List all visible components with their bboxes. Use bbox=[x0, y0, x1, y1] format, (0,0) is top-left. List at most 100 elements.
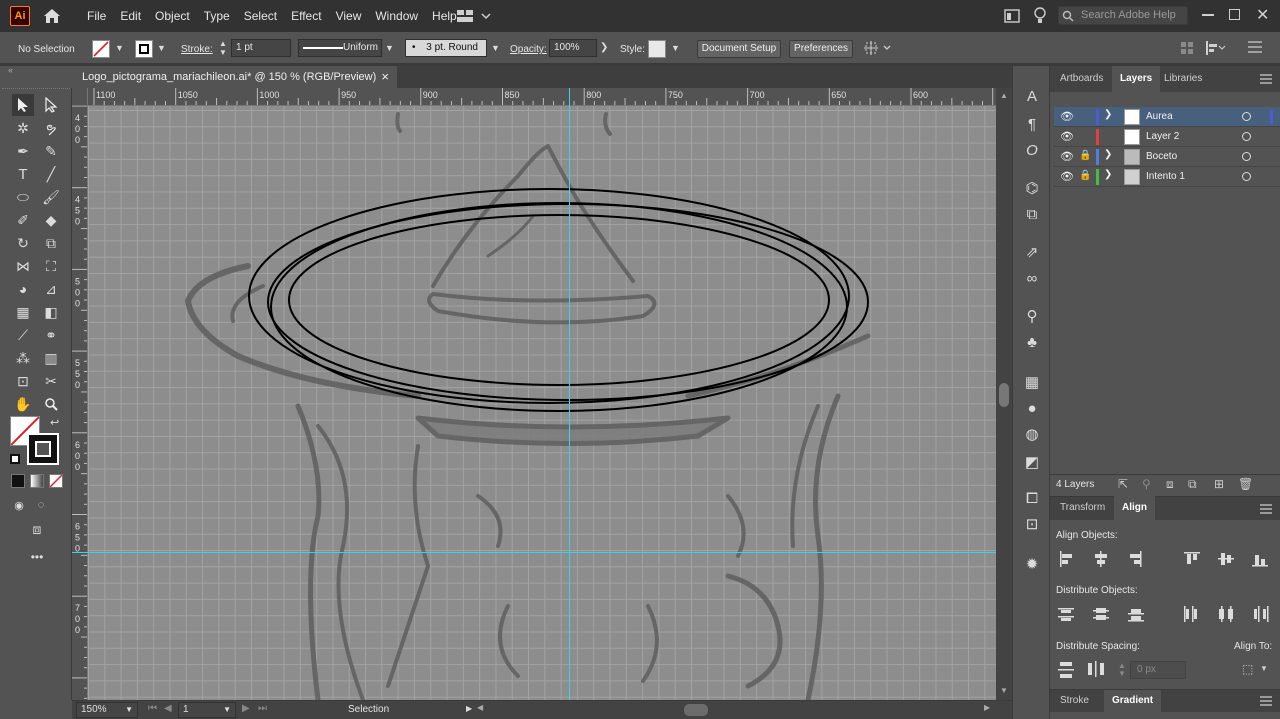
stroke-dropdown-icon[interactable]: ▼ bbox=[157, 43, 166, 53]
maximize-icon[interactable] bbox=[1229, 9, 1240, 20]
lightbulb-icon[interactable] bbox=[1033, 7, 1047, 28]
arrange-documents-icon[interactable] bbox=[1004, 9, 1020, 26]
distribute-horizontal-center-icon[interactable] bbox=[1219, 606, 1233, 622]
first-artboard-icon[interactable]: ⏮ bbox=[148, 703, 157, 714]
library-icon[interactable]: ⧉ bbox=[1022, 204, 1042, 224]
layers-panel-menu-icon[interactable] bbox=[1260, 74, 1272, 87]
hand-tool-icon[interactable]: ✋ bbox=[12, 393, 34, 415]
blend-tool-icon[interactable]: ⚭ bbox=[40, 324, 62, 346]
collapse-tools-icon[interactable]: « bbox=[8, 65, 13, 75]
brush-definition[interactable]: • 3 pt. Round bbox=[405, 39, 487, 57]
collect-export-icon[interactable]: ⇱ bbox=[1118, 477, 1128, 491]
close-document-icon[interactable]: × bbox=[381, 66, 389, 88]
shape-builder-tool-icon[interactable]: ◕ bbox=[12, 278, 34, 300]
tab-gradient[interactable]: Gradient bbox=[1104, 690, 1162, 712]
pen-tool-icon[interactable]: ✒ bbox=[12, 140, 34, 162]
lasso-tool-icon[interactable]: ຯ bbox=[40, 117, 62, 139]
width-tool-icon[interactable]: ⋈ bbox=[12, 255, 34, 277]
screen-mode-icon[interactable]: ⧈ bbox=[26, 518, 48, 540]
expand-layer-icon[interactable]: ❯ bbox=[1104, 109, 1112, 120]
search-input[interactable]: Search Adobe Help bbox=[1058, 6, 1188, 25]
horizontal-scroll-thumb[interactable] bbox=[684, 704, 708, 716]
menu-window[interactable]: Window bbox=[368, 0, 425, 32]
scroll-left-icon[interactable]: ◀ bbox=[477, 703, 483, 712]
transform-options-icon[interactable] bbox=[864, 40, 892, 59]
layer-target-icon[interactable] bbox=[1242, 112, 1251, 121]
menu-object[interactable]: Object bbox=[148, 0, 197, 32]
align-horizontal-center-icon[interactable] bbox=[1095, 551, 1107, 567]
default-colors-icon[interactable] bbox=[10, 454, 20, 464]
stroke-stepper-icon[interactable]: ▲ ▼ bbox=[219, 39, 227, 57]
menu-type[interactable]: Type bbox=[197, 0, 237, 32]
stroke-label[interactable]: Stroke: bbox=[181, 44, 213, 55]
vertical-distribute-space-icon[interactable] bbox=[1058, 662, 1074, 678]
layer-name[interactable]: Boceto bbox=[1146, 151, 1177, 162]
sun-panel-icon[interactable]: ✹ bbox=[1022, 554, 1042, 574]
isolation-icon[interactable] bbox=[1180, 41, 1194, 58]
tab-artboards[interactable]: Artboards bbox=[1052, 66, 1111, 92]
expand-layer-icon[interactable]: ❯ bbox=[1104, 169, 1112, 180]
layer-visibility-icon[interactable]: 👁 bbox=[1060, 130, 1074, 143]
opentype-panel-icon[interactable]: O bbox=[1022, 140, 1042, 160]
line-tool-icon[interactable]: ╱ bbox=[40, 163, 62, 185]
color-guide-icon[interactable]: ◩ bbox=[1022, 452, 1042, 472]
opacity-label[interactable]: Opacity: bbox=[510, 44, 547, 55]
home-icon[interactable] bbox=[42, 6, 62, 26]
none-mode-icon[interactable] bbox=[49, 474, 63, 488]
artboard-dropdown-icon[interactable]: ▼ bbox=[223, 703, 231, 717]
gradient-tool-icon[interactable]: ◧ bbox=[40, 301, 62, 323]
free-transform-tool-icon[interactable]: ⛶ bbox=[40, 255, 62, 277]
align-to-selection-icon[interactable]: ⬚ bbox=[1242, 662, 1253, 676]
workspace-switcher-icon[interactable] bbox=[457, 9, 491, 26]
rotate-tool-icon[interactable]: ↻ bbox=[12, 232, 34, 254]
align-vertical-center-icon[interactable] bbox=[1218, 553, 1234, 565]
align-left-icon[interactable] bbox=[1060, 551, 1072, 567]
export-icon[interactable]: ⇗ bbox=[1022, 242, 1042, 262]
layer-lock-icon[interactable]: 🔒 bbox=[1079, 150, 1091, 161]
next-artboard-icon[interactable]: ▶ bbox=[242, 703, 250, 714]
layer-row-intento-1[interactable]: 👁 🔒 ❯ Intento 1 bbox=[1054, 167, 1280, 187]
symbol-sprayer-tool-icon[interactable]: ⁂ bbox=[12, 347, 34, 369]
direct-selection-tool-icon[interactable] bbox=[40, 94, 62, 116]
align-right-icon[interactable] bbox=[1130, 551, 1142, 567]
layer-visibility-icon[interactable]: 👁 bbox=[1060, 110, 1074, 123]
slice-tool-icon[interactable]: ✂ bbox=[40, 370, 62, 392]
variable-width-profile[interactable]: Uniform bbox=[298, 39, 382, 57]
control-panel-menu-icon[interactable] bbox=[1248, 41, 1262, 56]
document-setup-button[interactable]: Document Setup bbox=[697, 40, 781, 58]
tab-transform[interactable]: Transform bbox=[1052, 496, 1113, 520]
eyedropper-tool-icon[interactable]: ⟋ bbox=[12, 324, 34, 346]
profile-dropdown-icon[interactable]: ▼ bbox=[385, 43, 394, 53]
locate-object-icon[interactable]: ⚲ bbox=[1142, 477, 1151, 491]
artboard-tool-icon[interactable]: ⊡ bbox=[12, 370, 34, 392]
layer-row-aurea[interactable]: 👁 ❯ Aurea bbox=[1054, 107, 1280, 127]
tab-stroke[interactable]: Stroke bbox=[1052, 690, 1097, 712]
distribute-vertical-center-icon[interactable] bbox=[1093, 608, 1109, 620]
swap-colors-icon[interactable]: ↩ bbox=[50, 416, 59, 429]
fill-dropdown-icon[interactable]: ▼ bbox=[115, 43, 124, 53]
mesh-tool-icon[interactable]: ▦ bbox=[12, 301, 34, 323]
perspective-grid-tool-icon[interactable]: ⊿ bbox=[40, 278, 62, 300]
paintbrush-tool-icon[interactable]: 🖌 bbox=[40, 186, 62, 208]
stroke-swatch[interactable] bbox=[135, 40, 153, 58]
horizontal-distribute-space-icon[interactable] bbox=[1088, 661, 1104, 677]
appearance-panel-icon[interactable]: ● bbox=[1022, 398, 1042, 418]
zoom-dropdown-icon[interactable]: ▼ bbox=[125, 703, 133, 717]
horizontal-guide[interactable] bbox=[88, 552, 996, 553]
menu-file[interactable]: File bbox=[80, 0, 113, 32]
vertical-scroll-thumb[interactable] bbox=[999, 383, 1009, 407]
edit-toolbar-icon[interactable]: ••• bbox=[26, 546, 48, 568]
gradient-mode-icon[interactable] bbox=[30, 474, 44, 488]
stroke-weight-field[interactable]: 1 pt bbox=[231, 39, 291, 57]
distribute-left-icon[interactable] bbox=[1184, 606, 1197, 622]
scroll-down-icon[interactable]: ▼ bbox=[1000, 686, 1008, 695]
column-graph-tool-icon[interactable]: ▥ bbox=[40, 347, 62, 369]
distribute-top-icon[interactable] bbox=[1058, 608, 1074, 621]
tab-libraries[interactable]: Libraries bbox=[1156, 66, 1210, 92]
shaper-tool-icon[interactable]: ✐ bbox=[12, 209, 34, 231]
align-panel-menu-icon[interactable] bbox=[1260, 504, 1272, 517]
align-top-icon[interactable] bbox=[1184, 552, 1200, 564]
close-window-icon[interactable]: ✕ bbox=[1256, 5, 1269, 25]
layer-visibility-icon[interactable]: 👁 bbox=[1060, 150, 1074, 163]
tab-align[interactable]: Align bbox=[1114, 496, 1155, 520]
